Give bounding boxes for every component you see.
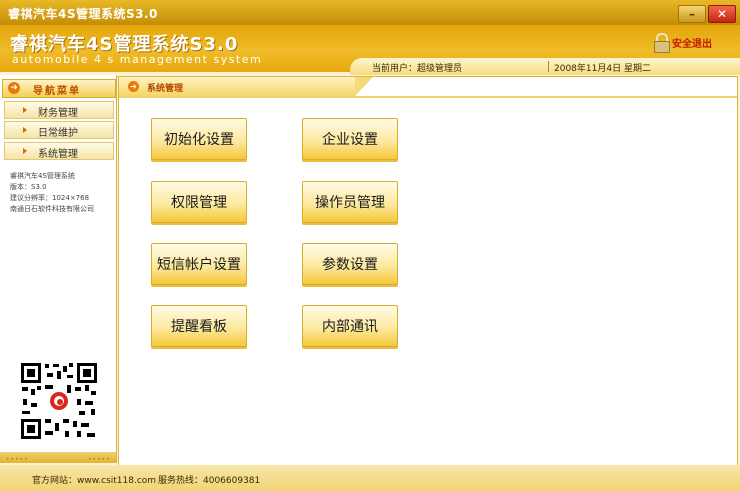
permission-management-button[interactable]: 权限管理 <box>151 181 247 223</box>
sidebar-item-label: 日常维护 <box>38 128 78 139</box>
sidebar-item-label: 财务管理 <box>38 108 78 119</box>
official-website: 官方网站：www.csit118.com <box>32 476 157 486</box>
close-button[interactable]: ✕ <box>708 5 736 23</box>
tab-system-management[interactable]: ➜ 系统管理 <box>119 77 373 96</box>
logout-label: 安全退出 <box>672 38 712 50</box>
product-name: 睿祺汽车4S管理系统 <box>10 172 75 180</box>
arrow-right-icon: ➜ <box>8 82 20 94</box>
status-bar: 官方网站：www.csit118.com 服务热线：4006609381 <box>0 465 740 491</box>
triangle-right-icon <box>23 127 27 133</box>
sidebar: ➜ 导航菜单 财务管理 日常维护 系统管理 睿祺汽车4S管理系统 版本：S3.0… <box>0 75 117 463</box>
current-user: 当前用户：超级管理员 <box>372 64 463 74</box>
lock-icon <box>654 33 670 53</box>
qr-code <box>19 361 99 441</box>
divider <box>119 96 737 98</box>
reminder-board-button[interactable]: 提醒看板 <box>151 305 247 347</box>
internal-messaging-button[interactable]: 内部通讯 <box>302 305 398 347</box>
app-subtitle: automobile 4 s management system <box>12 53 263 66</box>
operator-management-button[interactable]: 操作员管理 <box>302 181 398 223</box>
product-version: 版本：S3.0 <box>10 183 47 191</box>
sidebar-item-daily-maintenance[interactable]: 日常维护 <box>4 121 114 139</box>
window-title: 睿祺汽车4S管理系统S3.0 <box>8 7 158 21</box>
app-window: 睿祺汽车4S管理系统S3.0 – ✕ 睿祺汽车4S管理系统S3.0 automo… <box>0 0 740 491</box>
sms-account-settings-button[interactable]: 短信帐户设置 <box>151 243 247 285</box>
sidebar-item-system[interactable]: 系统管理 <box>4 142 114 160</box>
service-hotline: 服务热线：4006609381 <box>158 476 261 486</box>
minimize-button[interactable]: – <box>678 5 706 23</box>
tab-label: 系统管理 <box>147 84 184 94</box>
logout-button[interactable]: 安全退出 <box>654 33 712 53</box>
triangle-right-icon <box>23 107 27 113</box>
product-info: 睿祺汽车4S管理系统 版本：S3.0 建议分辨率：1024×768 南通日石软件… <box>10 171 94 215</box>
recommended-resolution: 建议分辨率：1024×768 <box>10 194 90 202</box>
sidebar-title: 导航菜单 <box>33 86 81 97</box>
company-settings-button[interactable]: 企业设置 <box>302 118 398 160</box>
title-bar[interactable]: 睿祺汽车4S管理系统S3.0 – ✕ <box>0 0 740 25</box>
user-info-bar: 当前用户：超级管理员 2008年11月4日 星期二 <box>350 58 740 75</box>
sidebar-header: ➜ 导航菜单 <box>2 79 116 98</box>
parameter-settings-button[interactable]: 参数设置 <box>302 243 398 285</box>
sidebar-item-label: 系统管理 <box>38 149 78 160</box>
arrow-right-icon: ➜ <box>128 81 139 92</box>
triangle-right-icon <box>23 148 27 154</box>
divider <box>548 61 549 72</box>
company-name: 南通日石软件科技有限公司 <box>10 205 94 213</box>
sidebar-item-finance[interactable]: 财务管理 <box>4 101 114 119</box>
current-date: 2008年11月4日 星期二 <box>554 64 651 74</box>
initialization-settings-button[interactable]: 初始化设置 <box>151 118 247 160</box>
main-panel: ➜ 系统管理 初始化设置 企业设置 权限管理 操作员管理 短信帐户设置 参数设置… <box>118 76 738 466</box>
sidebar-footer: ••••• ••••• <box>0 452 116 463</box>
